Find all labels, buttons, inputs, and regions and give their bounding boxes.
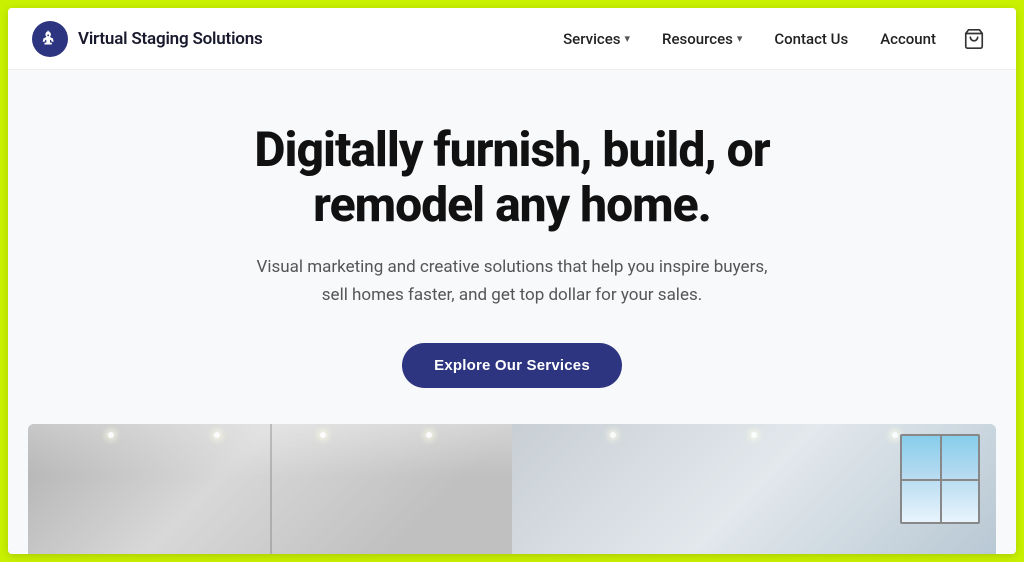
light-3 bbox=[320, 432, 326, 438]
hero-section: Digitally furnish, build, or remodel any… bbox=[8, 70, 1016, 554]
light-6 bbox=[751, 432, 757, 438]
nav-account[interactable]: Account bbox=[868, 22, 948, 56]
brand-logo bbox=[32, 21, 68, 57]
light-4 bbox=[426, 432, 432, 438]
light-2 bbox=[214, 432, 220, 438]
navbar-nav: Services ▾ Resources ▾ Contact Us Accoun… bbox=[551, 21, 992, 57]
nav-services[interactable]: Services ▾ bbox=[551, 22, 642, 56]
room-image-right bbox=[512, 424, 996, 554]
room-image-left bbox=[28, 424, 512, 554]
nav-contact[interactable]: Contact Us bbox=[762, 22, 860, 56]
light-1 bbox=[108, 432, 114, 438]
ceiling-lights-left bbox=[28, 432, 512, 438]
cart-icon bbox=[963, 28, 985, 50]
resources-chevron-icon: ▾ bbox=[737, 32, 743, 45]
brand-name: Virtual Staging Solutions bbox=[78, 29, 263, 49]
hero-subtitle: Visual marketing and creative solutions … bbox=[252, 254, 772, 308]
light-5 bbox=[610, 432, 616, 438]
brand[interactable]: Virtual Staging Solutions bbox=[32, 21, 263, 57]
cart-button[interactable] bbox=[956, 21, 992, 57]
light-7 bbox=[892, 432, 898, 438]
services-chevron-icon: ▾ bbox=[625, 32, 631, 45]
window-element bbox=[900, 434, 980, 524]
nav-resources[interactable]: Resources ▾ bbox=[650, 22, 754, 56]
browser-frame: Virtual Staging Solutions Services ▾ Res… bbox=[8, 8, 1016, 554]
hero-title: Digitally furnish, build, or remodel any… bbox=[212, 122, 812, 232]
explore-services-button[interactable]: Explore Our Services bbox=[402, 343, 622, 388]
brand-icon bbox=[39, 28, 61, 50]
navbar: Virtual Staging Solutions Services ▾ Res… bbox=[8, 8, 1016, 70]
hero-image-strip bbox=[28, 424, 996, 554]
